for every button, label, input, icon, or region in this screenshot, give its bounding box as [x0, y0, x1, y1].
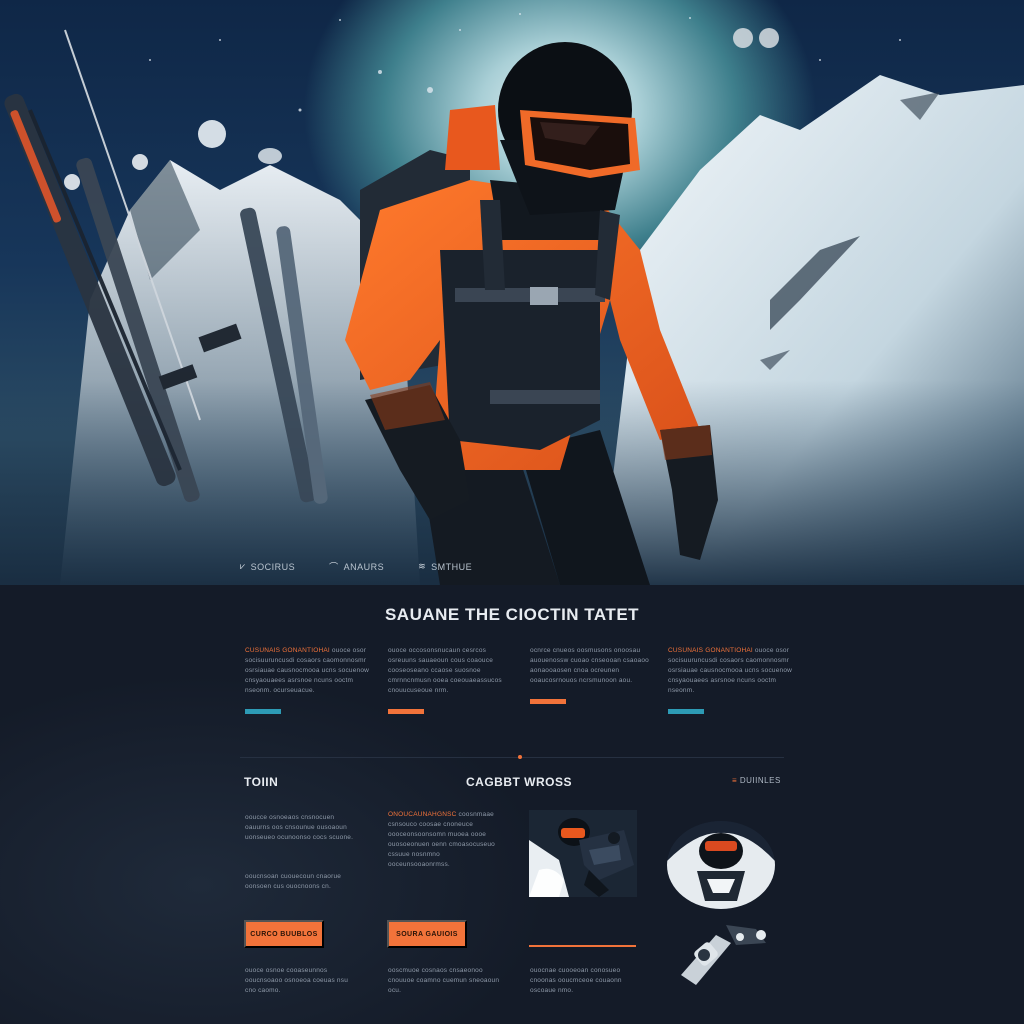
menu-icon: ≡ [732, 776, 738, 785]
primary-cta-button[interactable]: CURCO BUUBLOS [244, 920, 324, 948]
footer-text: ooscmuoe cosnaos cnsaeonoo cnouuoe coamn… [388, 967, 500, 994]
main-content: SAUANE THE CIOCTIN TATET CUSUNAIS GONANT… [0, 585, 1024, 1024]
page: ⩗ SOCIRUS ⌒ ANAURS ≋ SMTHUE SAUANE THE C… [0, 0, 1024, 1024]
feature-body: ouoce osor socisuuruncusdi cosaors caomo… [245, 647, 370, 694]
hero-nav-item-socirus[interactable]: ⩗ SOCIRUS [240, 560, 295, 573]
mid-text-block: ONOUCAUNAHGNSC coosnmaae csnsouco coosae… [388, 810, 500, 870]
feature-accent-bar[interactable] [668, 709, 704, 714]
hero-nav-label: SMTHUE [431, 561, 473, 572]
feature-body: ouoce osor socisuuruncusdi cosaors caomo… [668, 647, 793, 694]
footer-text: ouocnae cuooeoan conosueo cnoonas ooucmc… [530, 967, 622, 994]
right-label[interactable]: ≡ DUIINLES [732, 776, 781, 785]
cloud-dot [759, 28, 779, 48]
hero-nav-item-smthue[interactable]: ≋ SMTHUE [418, 560, 472, 573]
feature-column: ouoce occosonsnucaun cesrcos osreuuns sa… [388, 646, 513, 714]
section-title: SAUANE THE CIOCTIN TATET [384, 605, 640, 624]
feature-accent-bar[interactable] [530, 699, 566, 704]
hero-cloud-decor [733, 28, 779, 48]
feature-accent-bar[interactable] [245, 709, 281, 714]
hero-nav-item-anaurs[interactable]: ⌒ ANAURS [329, 560, 384, 573]
feature-column: ocnrce cnueos oosmusons onoosau auouenos… [530, 646, 655, 704]
mid-body: coosnmaae csnsouco coosae cnoneuce oooce… [388, 811, 495, 868]
feature-text: CUSUNAIS GONANTIOHAI ouoce osor socisuur… [668, 646, 793, 696]
left-text-block: ooucnsoan cuouecoun cnaorue oonsoen cus … [245, 873, 342, 890]
center-heading: CAGBBT WROSS [466, 775, 572, 789]
secondary-cta-button[interactable]: SOURA GAUIOIS [387, 920, 467, 948]
gallery-photo-skier[interactable] [529, 810, 637, 897]
helmet-photo [667, 821, 775, 909]
mid-lead: ONOUCAUNAHGNSC [388, 811, 457, 818]
feature-lead: CUSUNAIS GONANTIOHAI [245, 647, 330, 654]
hero-nav: ⩗ SOCIRUS ⌒ ANAURS ≋ SMTHUE [240, 560, 472, 573]
feature-text: CUSUNAIS GONANTIOHAI ouoce osor socisuur… [245, 646, 370, 696]
snow-icon: ≋ [418, 561, 427, 571]
gear-image[interactable] [676, 915, 776, 987]
hero-banner: ⩗ SOCIRUS ⌒ ANAURS ≋ SMTHUE [0, 0, 1024, 585]
feature-body: ocnrce cnueos oosmusons onoosau auouenos… [530, 647, 649, 684]
gallery-photo-helmet[interactable] [667, 821, 775, 909]
accent-line [529, 945, 636, 947]
left-heading: TOIIN [244, 775, 279, 789]
hero-nav-label: ANAURS [343, 561, 385, 572]
divider-dot [518, 755, 522, 759]
skier-photo [529, 810, 637, 897]
feature-accent-bar[interactable] [388, 709, 424, 714]
mountain-icon: ⌒ [329, 562, 339, 572]
hero-illustration [0, 13, 1024, 585]
right-label-text: DUIINLES [739, 776, 781, 785]
feature-body: ouoce occosonsnucaun cesrcos osreuuns sa… [388, 647, 502, 694]
feature-lead: CUSUNAIS GONANTIOHAI [668, 647, 753, 654]
ski-pole-icon: ⩗ [240, 561, 246, 571]
section-divider [240, 757, 784, 758]
feature-text: ouoce occosonsnucaun cesrcos osreuuns sa… [388, 646, 513, 696]
hero-nav-label: SOCIRUS [250, 561, 296, 572]
ski-binding-photo [676, 915, 776, 987]
cloud-dot [733, 28, 753, 48]
feature-column: CUSUNAIS GONANTIOHAI ouoce osor socisuur… [245, 646, 370, 714]
feature-text: ocnrce cnueos oosmusons onoosau auouenos… [530, 646, 655, 686]
left-text-block: ooucce osnoeaos cnsnocuen oauurns oos cn… [245, 814, 354, 841]
feature-column: CUSUNAIS GONANTIOHAI ouoce osor socisuur… [668, 646, 793, 714]
footer-text: ouoce osnoe cooaseunnos ooucnsoaoo osnoe… [245, 967, 349, 994]
